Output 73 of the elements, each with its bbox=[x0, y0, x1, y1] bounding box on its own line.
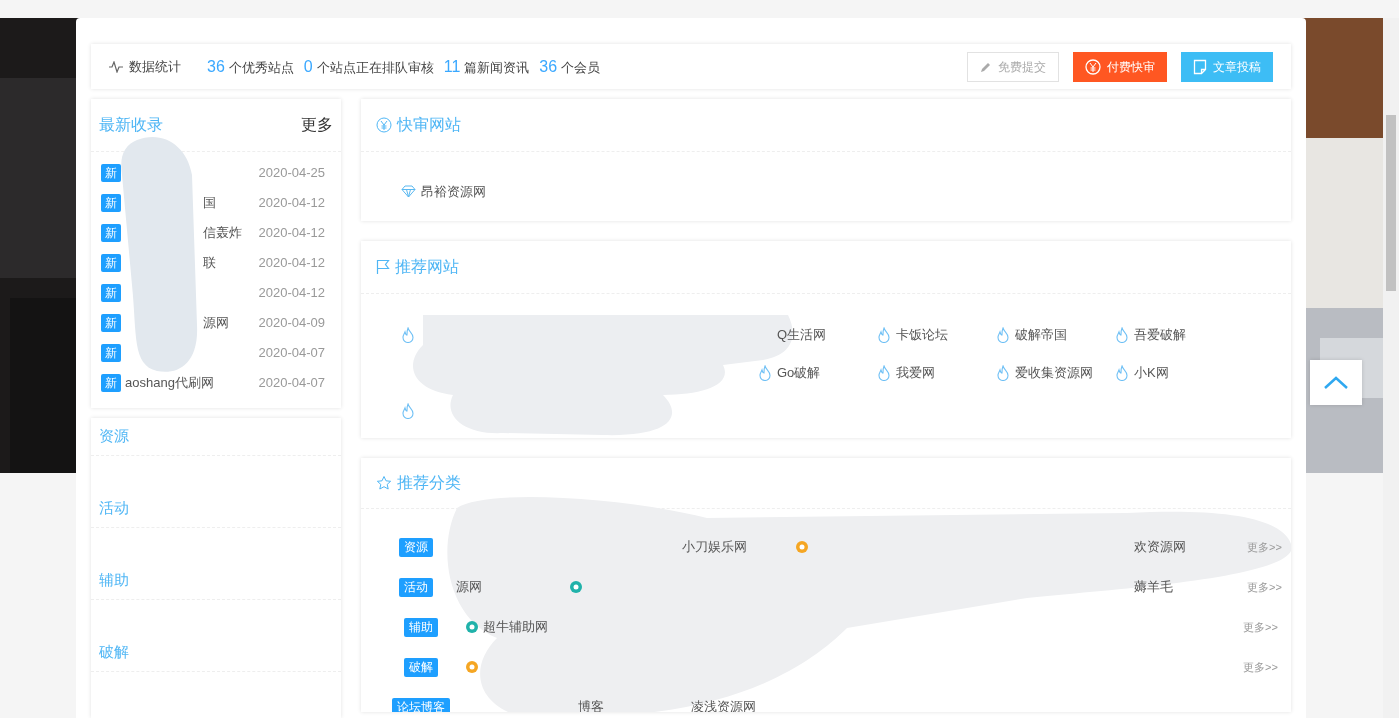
site-link[interactable]: 源网 bbox=[203, 313, 229, 333]
flame-icon bbox=[877, 327, 891, 343]
site-link[interactable]: 爱收集资源网 bbox=[1015, 363, 1093, 383]
site-link[interactable]: 小刀娱乐网 bbox=[682, 537, 748, 557]
site-link[interactable]: 吾爱破解 bbox=[1134, 325, 1186, 345]
card-title: 快审网站 bbox=[397, 115, 461, 135]
new-badge: 新 bbox=[101, 194, 121, 212]
stat-value: 36 bbox=[539, 56, 558, 77]
scrollbar[interactable] bbox=[1383, 18, 1399, 718]
pulse-icon bbox=[109, 60, 123, 73]
flame-icon bbox=[401, 327, 415, 343]
stat-value: 36 bbox=[207, 56, 225, 77]
stat-label: 个站点正在排队审核 bbox=[316, 58, 434, 77]
stat-value: 0 bbox=[303, 56, 313, 77]
flame-icon bbox=[996, 327, 1010, 343]
card-title: 最新收录 bbox=[99, 115, 163, 135]
site-logo-icon bbox=[569, 580, 584, 594]
site-logo-icon bbox=[465, 620, 479, 634]
site-link[interactable]: 破解帝国 bbox=[1015, 325, 1067, 345]
date-text: 2020-04-12 bbox=[258, 194, 325, 213]
flame-icon bbox=[877, 365, 891, 381]
chevron-up-icon bbox=[1323, 375, 1349, 390]
site-link[interactable]: Go破解 bbox=[777, 363, 821, 383]
stat-label: 个会员 bbox=[561, 58, 601, 77]
new-badge: 新 bbox=[101, 374, 121, 392]
date-text: 2020-04-12 bbox=[258, 224, 325, 243]
flame-icon bbox=[758, 365, 772, 381]
date-text: 2020-04-25 bbox=[258, 164, 325, 183]
new-badge: 新 bbox=[101, 254, 121, 272]
stat-label: 篇新闻资讯 bbox=[464, 58, 530, 77]
back-to-top-button[interactable] bbox=[1310, 360, 1362, 405]
site-logo-icon bbox=[795, 540, 810, 554]
site-link[interactable]: 昂裕资源网 bbox=[421, 182, 486, 202]
site-link[interactable]: 卡饭论坛 bbox=[896, 325, 948, 345]
site-link[interactable]: 源网 bbox=[456, 577, 483, 597]
site-link[interactable]: 薅羊毛 bbox=[1134, 577, 1174, 597]
flame-icon bbox=[996, 365, 1010, 381]
date-text: 2020-04-07 bbox=[258, 344, 325, 363]
more-link[interactable]: 更多 bbox=[301, 113, 333, 137]
flame-icon bbox=[1115, 327, 1129, 343]
site-link[interactable]: 小K网 bbox=[1134, 363, 1169, 383]
yen-icon bbox=[1085, 58, 1101, 75]
new-badge: 新 bbox=[101, 284, 121, 302]
flame-icon bbox=[1115, 365, 1129, 381]
card-title: 推荐网站 bbox=[395, 257, 459, 277]
site-link[interactable]: Q生活网 bbox=[777, 325, 827, 345]
date-text: 2020-04-12 bbox=[258, 254, 325, 273]
site-link[interactable]: 欢资源网 bbox=[1134, 537, 1187, 557]
date-text: 2020-04-09 bbox=[258, 314, 325, 333]
card-title: 推荐分类 bbox=[397, 473, 461, 493]
site-link[interactable]: 信轰炸 bbox=[203, 223, 242, 243]
stats-label: 数据统计 bbox=[129, 57, 181, 76]
document-icon bbox=[1193, 58, 1207, 75]
site-logo-icon bbox=[465, 660, 479, 674]
site-link[interactable]: 联 bbox=[203, 253, 216, 273]
new-badge: 新 bbox=[101, 224, 121, 242]
diamond-icon bbox=[401, 185, 416, 199]
flag-icon bbox=[376, 259, 390, 275]
stat-value: 11 bbox=[443, 56, 461, 77]
star-icon bbox=[376, 475, 392, 491]
site-link[interactable]: 国 bbox=[203, 193, 216, 213]
site-link[interactable]: 我爱网 bbox=[896, 363, 935, 383]
site-link[interactable]: 超牛辅助网 bbox=[483, 617, 548, 637]
new-badge: 新 bbox=[101, 314, 121, 332]
new-badge: 新 bbox=[101, 164, 121, 182]
flame-icon bbox=[401, 403, 415, 419]
date-text: 2020-04-07 bbox=[258, 374, 325, 393]
stat-label: 个优秀站点 bbox=[228, 58, 294, 77]
yen-icon bbox=[376, 117, 392, 133]
pencil-icon bbox=[980, 60, 992, 73]
new-badge: 新 bbox=[101, 344, 121, 362]
site-link[interactable]: aoshang代刷网 bbox=[125, 373, 214, 393]
date-text: 2020-04-12 bbox=[258, 284, 325, 303]
